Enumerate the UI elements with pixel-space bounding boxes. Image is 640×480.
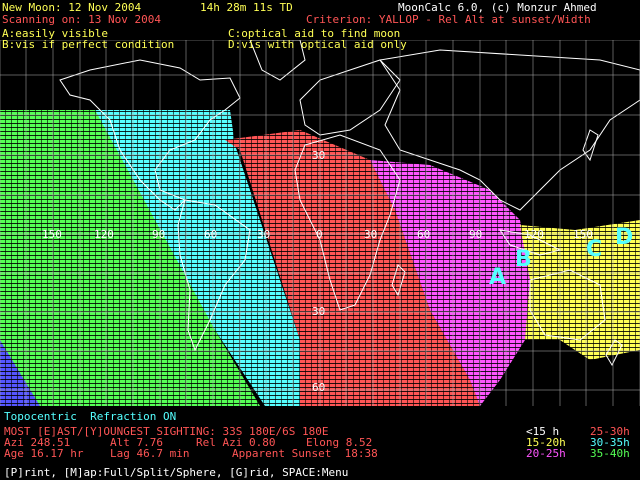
lon-label-30w: 30 — [257, 228, 271, 241]
app-title: MoonCalc 6.0, (c) Monzur Ahmed — [398, 1, 597, 14]
new-moon-time: 14h 28m 11s TD — [200, 1, 293, 14]
key-b-perfect-condition: B:vis if perfect condition — [2, 38, 175, 51]
lat-label-30s: 30 — [312, 305, 326, 318]
zone-letter-b: B — [515, 247, 532, 272]
lat-label-30n: 30 — [312, 149, 326, 162]
visibility-map: 150 120 90 60 30 0 30 60 90 120 150 30 3… — [0, 40, 640, 406]
lon-label-60w: 60 — [204, 228, 218, 241]
lon-label-90e: 90 — [469, 228, 483, 241]
lon-label-90w: 90 — [152, 228, 166, 241]
command-menu[interactable]: [P]rint, [M]ap:Full/Split/Sphere, [G]rid… — [4, 467, 348, 478]
zone-letter-a: A — [489, 265, 507, 290]
legend-35-40h: 35-40h — [590, 447, 630, 460]
legend-20-25h: 20-25h — [526, 447, 566, 460]
apparent-sunset-value: Apparent Sunset 18:38 — [232, 447, 378, 460]
new-moon-date: New Moon: 12 Nov 2004 — [2, 1, 142, 14]
lon-label-30e: 30 — [364, 228, 378, 241]
lag-value: Lag 46.7 min — [110, 447, 190, 460]
key-d-optical-aid-only: D:vis with optical aid only — [228, 38, 407, 51]
criterion-label: Criterion: YALLOP - Rel Alt at sunset/Wi… — [306, 13, 591, 26]
lon-label-120e: 120 — [524, 228, 544, 241]
lat-label-60s: 60 — [312, 381, 326, 394]
lon-label-150w: 150 — [42, 228, 62, 241]
lon-label-60e: 60 — [417, 228, 431, 241]
topocentric-status: Topocentric Refraction ON — [4, 410, 177, 423]
zone-letter-c: C — [586, 237, 603, 262]
map-canvas — [0, 40, 640, 406]
lon-label-120w: 120 — [94, 228, 114, 241]
lon-label-0: 0 — [316, 228, 323, 241]
zone-letter-d: D — [615, 225, 634, 250]
scanning-date: Scanning on: 13 Nov 2004 — [2, 13, 161, 26]
moon-age-value: Age 16.17 hr — [4, 447, 84, 460]
